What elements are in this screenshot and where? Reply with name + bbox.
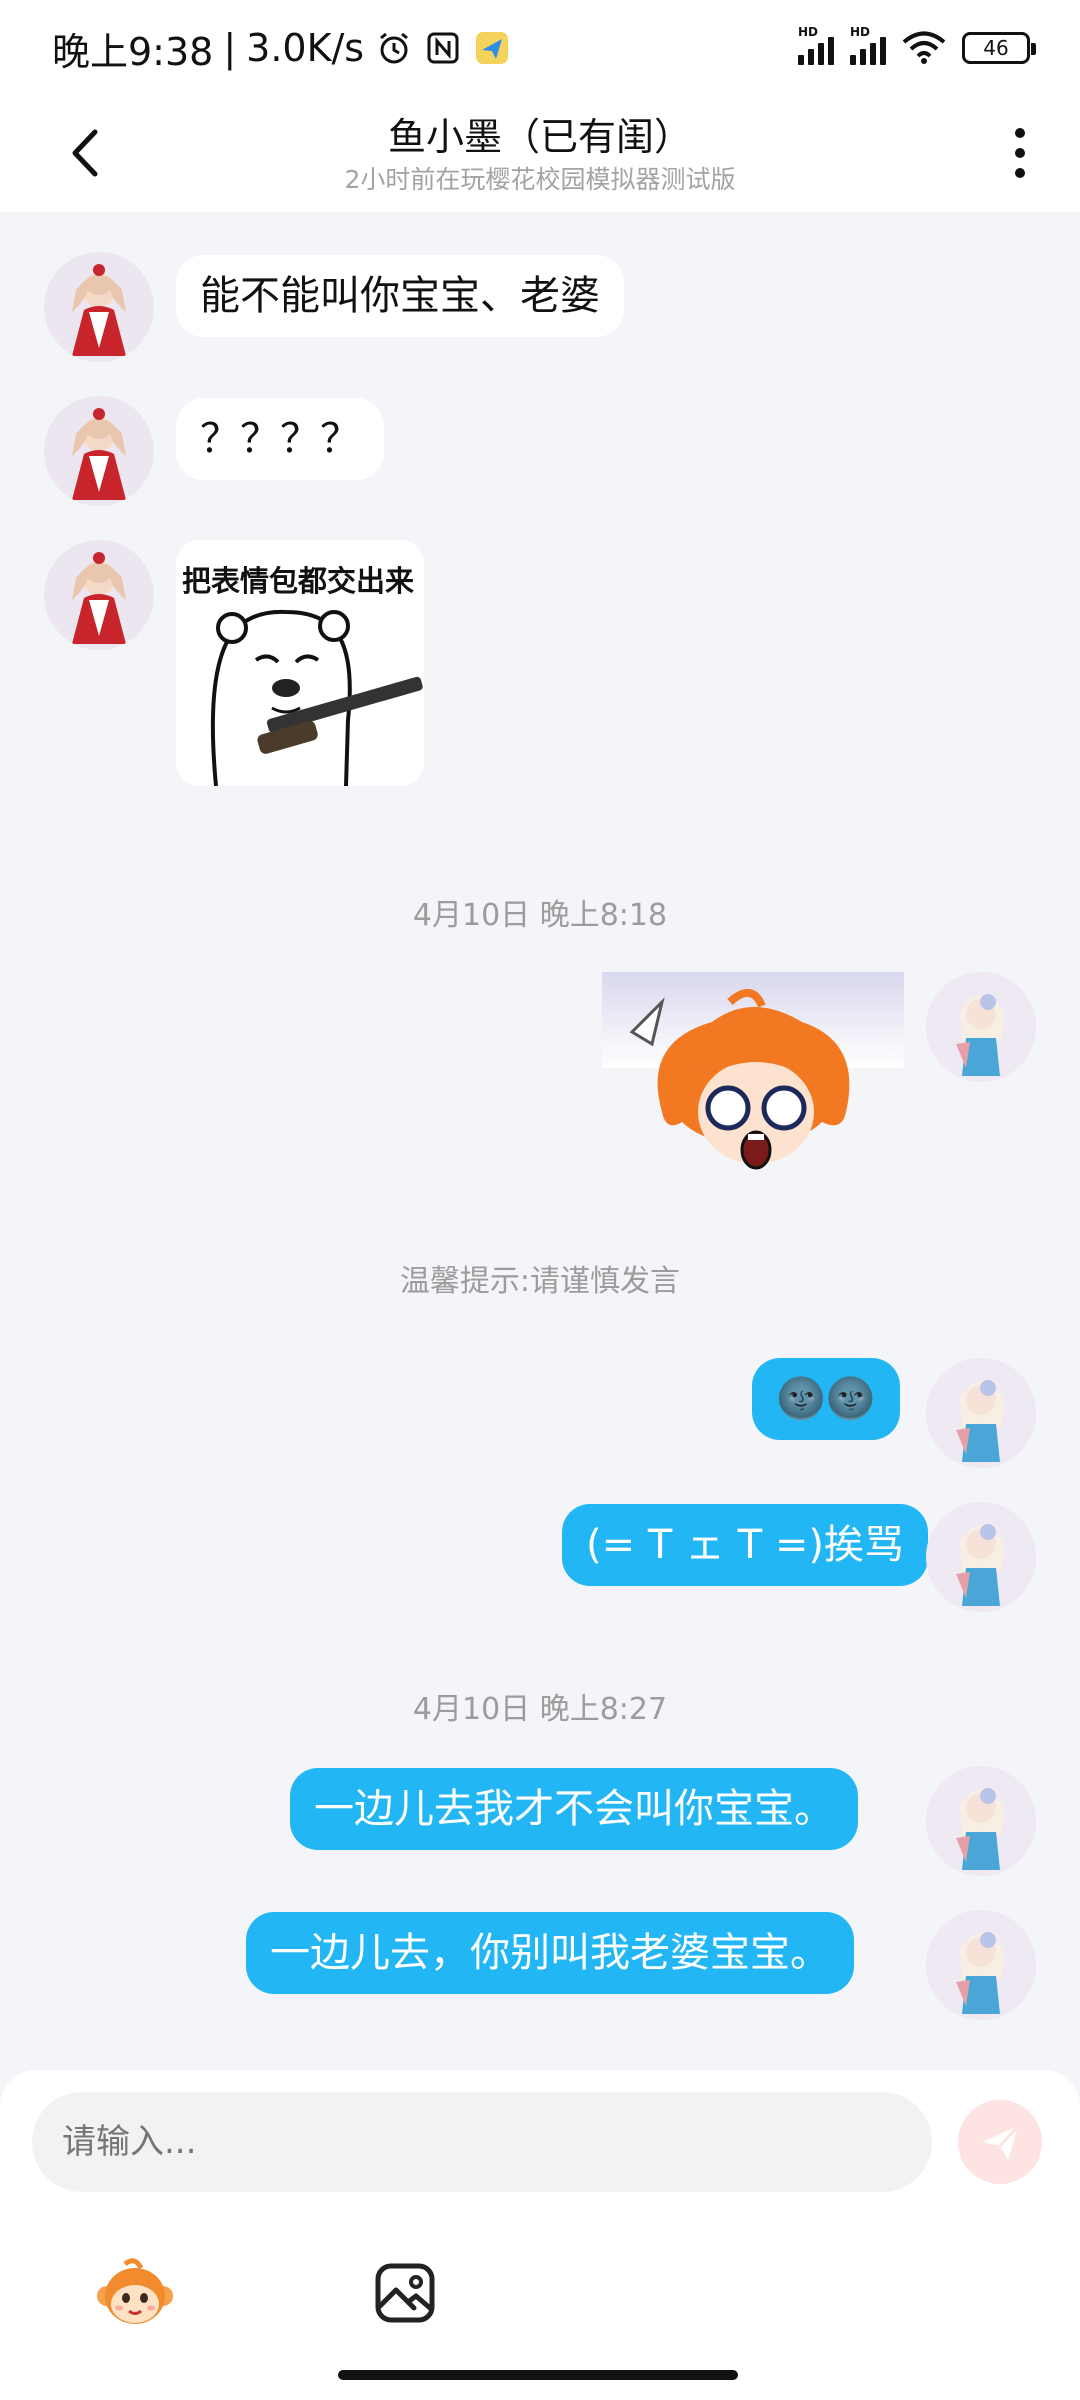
send-button[interactable] [958, 2100, 1042, 2184]
back-button[interactable] [60, 118, 110, 188]
my-avatar[interactable] [926, 1358, 1036, 1468]
image-icon [375, 2263, 435, 2323]
contact-status: 2小时前在玩樱花校园模拟器测试版 [344, 165, 736, 194]
more-options-button[interactable] [1000, 118, 1040, 188]
message-bubble-incoming[interactable]: 能不能叫你宝宝、老婆 [176, 255, 624, 337]
contact-avatar[interactable] [44, 252, 154, 362]
app-notification-icon [476, 32, 509, 64]
message-input[interactable] [32, 2092, 932, 2192]
contact-avatar-image [44, 540, 154, 650]
signal-icon: HD [850, 25, 886, 65]
image-button[interactable] [360, 2248, 450, 2338]
battery-indicator: 46 [962, 32, 1036, 64]
status-bar-right: HD HD 46 [798, 25, 1036, 65]
message-bubble-outgoing[interactable]: 一边儿去我才不会叫你宝宝。 [290, 1768, 858, 1850]
timestamp: 4月10日 晚上8:27 [412, 1692, 668, 1727]
battery-level: 46 [983, 36, 1009, 60]
chat-header: 鱼小墨（已有闺） 2小时前在玩樱花校园模拟器测试版 [0, 96, 1080, 212]
message-bubble-outgoing[interactable]: (= T ェ T =)挨骂 [562, 1504, 928, 1586]
message-bubble-incoming[interactable]: ？？？？ [176, 398, 384, 480]
my-avatar[interactable] [926, 972, 1036, 1082]
send-icon [982, 2124, 1020, 2160]
contact-name: 鱼小墨（已有闺） [387, 115, 692, 159]
my-avatar-image [926, 1358, 1036, 1468]
timestamp: 4月10日 晚上8:18 [412, 898, 668, 933]
header-title-group: 鱼小墨（已有闺） 2小时前在玩樱花校园模拟器测试版 [345, 111, 736, 197]
bear-with-shotgun-sticker [210, 609, 423, 786]
more-vertical-icon [1015, 128, 1025, 138]
alarm-icon [380, 32, 409, 64]
my-avatar-image [926, 1910, 1036, 2020]
contact-avatar[interactable] [44, 396, 154, 506]
wifi-icon [902, 31, 946, 64]
back-arrow-icon [72, 129, 98, 177]
contact-avatar-image [44, 252, 154, 362]
status-bar-left: 晚上9:38 | 3.0K/s [52, 21, 510, 76]
sticker-message-outgoing[interactable] [602, 972, 904, 1182]
my-avatar-image [926, 1502, 1036, 1612]
nfc-icon [427, 32, 459, 64]
message-bubble-outgoing[interactable]: 🌚🌚 [752, 1358, 900, 1440]
sticker-monkey-icon [97, 2258, 173, 2324]
sticker-message-incoming[interactable]: 把表情包都交出来 [176, 540, 424, 786]
contact-avatar[interactable] [44, 540, 154, 650]
more-vertical-icon [1015, 148, 1025, 158]
sticker-button[interactable] [90, 2248, 180, 2338]
input-panel [0, 2070, 1080, 2400]
signal-icon: HD [798, 25, 834, 65]
my-avatar-image [926, 1766, 1036, 1876]
status-bar: 晚上9:38 | 3.0K/s HD HD 46 [0, 0, 1080, 96]
status-time: 晚上9:38 [52, 29, 214, 74]
shocked-orange-hair-sticker [602, 972, 904, 1170]
message-bubble-outgoing[interactable]: 一边儿去，你别叫我老婆宝宝。 [246, 1912, 854, 1994]
contact-avatar-image [44, 396, 154, 506]
system-notice: 温馨提示:请谨慎发言 [399, 1264, 681, 1299]
my-avatar-image [926, 972, 1036, 1082]
status-net-speed: 3.0K/s [246, 26, 365, 70]
more-vertical-icon [1015, 168, 1025, 178]
home-indicator[interactable] [338, 2370, 738, 2380]
my-avatar[interactable] [926, 1910, 1036, 2020]
status-separator: | [223, 26, 237, 70]
my-avatar[interactable] [926, 1766, 1036, 1876]
my-avatar[interactable] [926, 1502, 1036, 1612]
